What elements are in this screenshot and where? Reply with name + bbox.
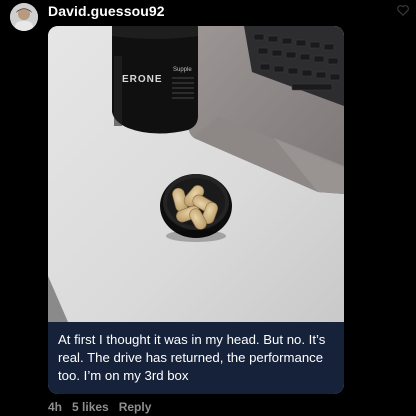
bottle-side-text: Supple (173, 67, 192, 73)
comment-meta: 4h 5 likes Reply (48, 400, 151, 414)
username[interactable]: David.guessou92 (48, 3, 165, 19)
avatar[interactable] (10, 3, 38, 31)
likes-count[interactable]: 5 likes (72, 400, 109, 414)
bottle-label: ERONE (122, 74, 163, 85)
comment-thread: David.guessou92 ERONE Supple At first I … (0, 0, 416, 416)
heart-outline-icon[interactable] (396, 3, 410, 17)
post-card[interactable]: ERONE Supple At first I thought it was i… (48, 26, 344, 394)
reply-button[interactable]: Reply (119, 400, 152, 414)
timestamp: 4h (48, 400, 63, 414)
post-photo: ERONE Supple (48, 26, 344, 322)
post-caption: At first I thought it was in my head. Bu… (48, 322, 344, 394)
